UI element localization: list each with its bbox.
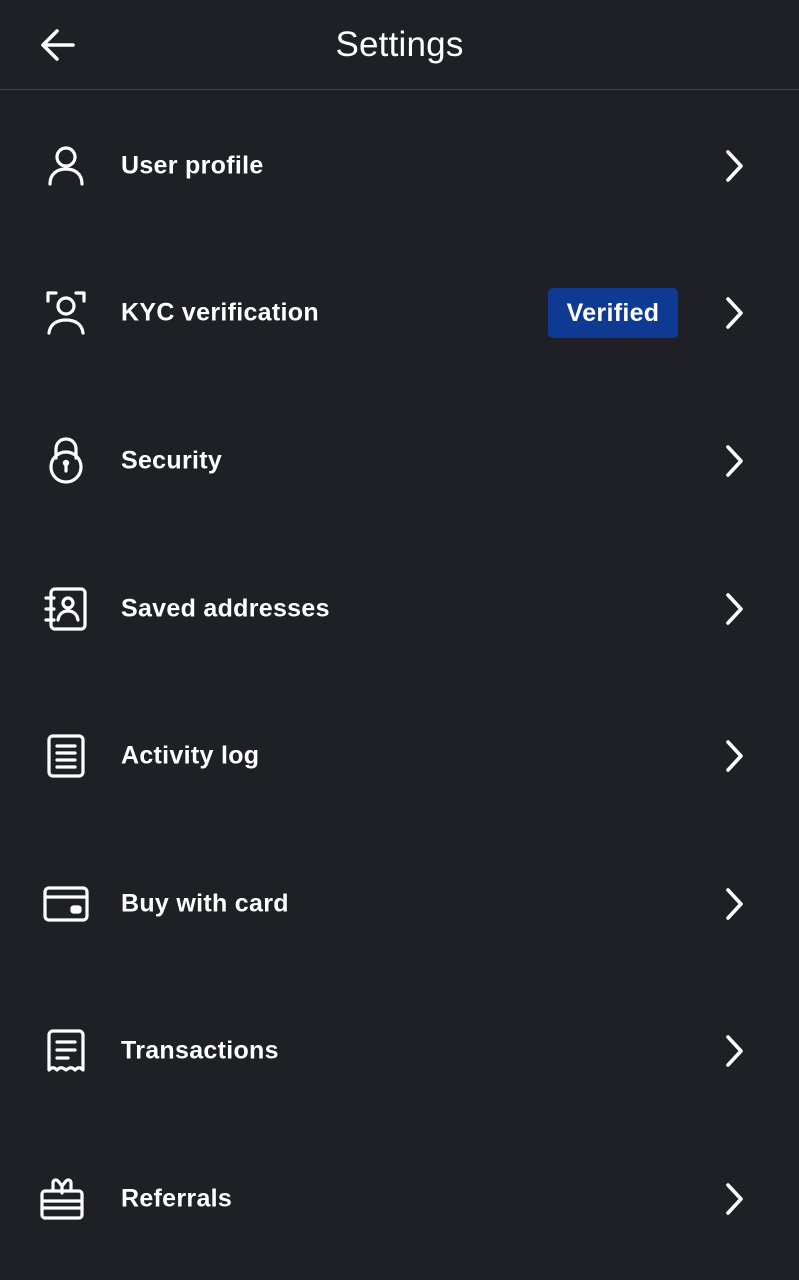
settings-item-saved-addresses[interactable]: Saved addresses: [0, 535, 799, 683]
settings-item-label: KYC verification: [121, 298, 319, 327]
address-book-icon: [40, 583, 92, 635]
settings-item-label: User profile: [121, 151, 264, 180]
settings-item-label: Buy with card: [121, 889, 289, 918]
chevron-right-icon: [716, 1033, 752, 1069]
settings-screen: Settings User profile KYC verification V…: [0, 0, 799, 1280]
settings-item-kyc-verification[interactable]: KYC verification Verified: [0, 240, 799, 388]
settings-item-label: Referrals: [121, 1184, 233, 1213]
settings-item-label: Saved addresses: [121, 594, 330, 623]
settings-item-security[interactable]: Security: [0, 387, 799, 535]
receipt-icon: [40, 1025, 92, 1077]
status-badge: Verified: [548, 288, 678, 339]
settings-item-user-profile[interactable]: User profile: [0, 92, 799, 240]
chevron-right-icon: [716, 443, 752, 479]
chevron-right-icon: [716, 148, 752, 184]
settings-item-transactions[interactable]: Transactions: [0, 978, 799, 1126]
lock-icon: [40, 435, 92, 487]
settings-item-referrals[interactable]: Referrals: [0, 1125, 799, 1273]
chevron-right-icon: [716, 295, 752, 331]
settings-item-buy-with-card[interactable]: Buy with card: [0, 830, 799, 978]
credit-card-icon: [40, 878, 92, 930]
gift-icon: [36, 1173, 88, 1225]
document-icon: [40, 730, 92, 782]
settings-list: User profile KYC verification Verified S…: [0, 92, 799, 1273]
chevron-right-icon: [716, 1181, 752, 1217]
settings-item-label: Security: [121, 446, 223, 475]
chevron-right-icon: [716, 738, 752, 774]
settings-item-label: Transactions: [121, 1036, 279, 1065]
page-title: Settings: [335, 25, 464, 64]
chevron-right-icon: [716, 886, 752, 922]
header: Settings: [0, 0, 799, 90]
settings-item-label: Activity log: [121, 741, 260, 770]
settings-item-activity-log[interactable]: Activity log: [0, 682, 799, 830]
chevron-right-icon: [716, 591, 752, 627]
user-icon: [40, 140, 92, 192]
face-scan-icon: [40, 287, 92, 339]
